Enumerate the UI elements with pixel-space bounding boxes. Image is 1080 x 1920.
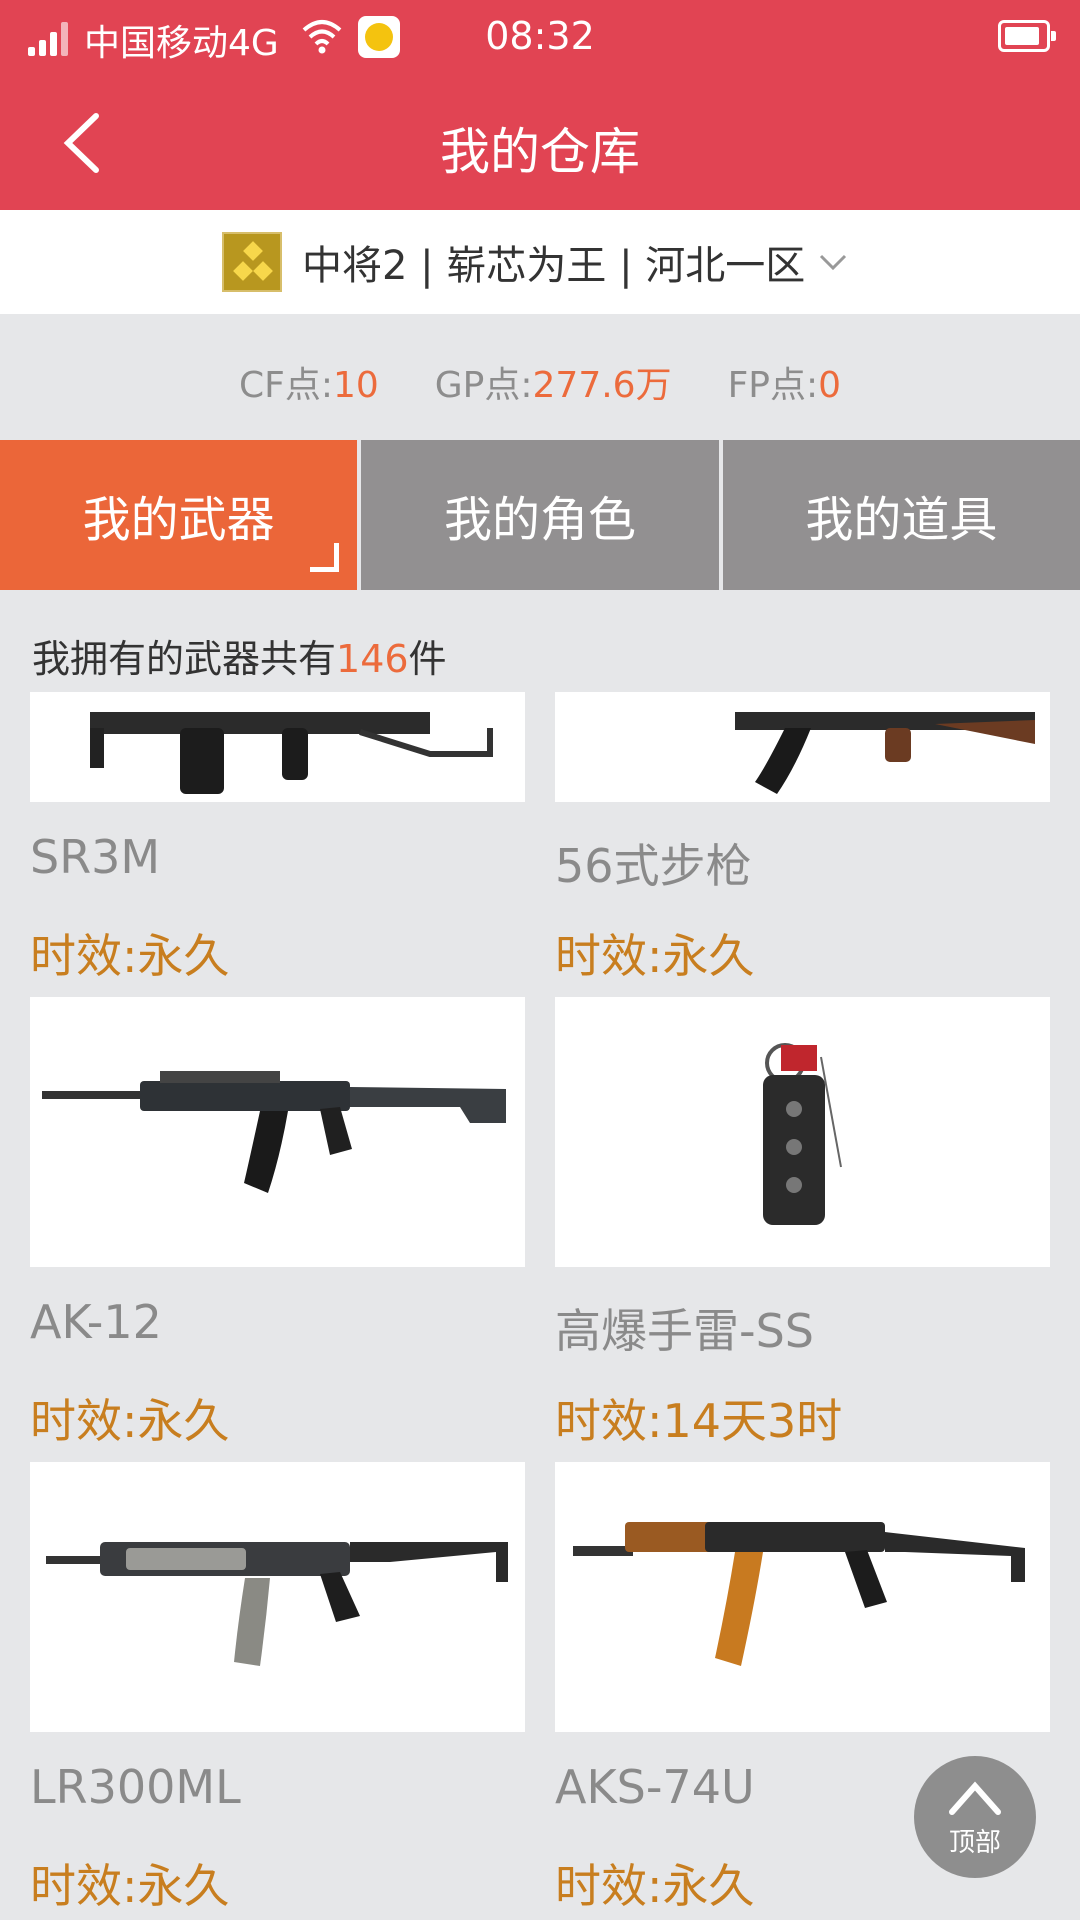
weapon-grid: SR3M 时效:永久 56式步枪 时效:永久 AK-12 时效:永久 高爆手雷-…: [0, 692, 1080, 1920]
gp-points-value: 277.6万: [532, 365, 672, 406]
category-tabs: 我的武器 我的角色 我的道具: [0, 440, 1080, 590]
account-label: 中将2 | 崭芯为王 | 河北一区: [302, 243, 806, 289]
clock: 08:32: [485, 14, 595, 58]
back-to-top-button[interactable]: 顶部: [914, 1756, 1036, 1878]
battery-icon: [998, 20, 1056, 52]
selected-corner-icon: [310, 543, 340, 572]
weapon-duration: 时效:永久: [30, 1859, 230, 1913]
weapon-name: SR3M: [30, 830, 161, 884]
weapon-name: AK-12: [30, 1295, 162, 1349]
account-selector[interactable]: 中将2 | 崭芯为王 | 河北一区: [0, 210, 1080, 314]
tab-weapons-label: 我的武器: [82, 492, 275, 548]
rifle-image: [555, 692, 1050, 802]
tab-props-label: 我的道具: [805, 492, 998, 548]
gp-points-label: GP点:: [434, 365, 533, 406]
count-prefix: 我拥有的武器共有: [32, 637, 337, 681]
weapon-name: 56式步枪: [555, 839, 752, 893]
cf-points: CF点:10: [239, 356, 379, 408]
weapon-duration: 时效:永久: [555, 1859, 755, 1913]
arrow-up-icon: [949, 1781, 1001, 1815]
chevron-down-icon[interactable]: [819, 252, 847, 272]
cf-points-label: CF点:: [238, 365, 333, 406]
tab-weapons[interactable]: 我的武器: [0, 440, 358, 590]
rifle-image: [30, 692, 525, 802]
page-title: 我的仓库: [440, 123, 640, 181]
weapon-card[interactable]: 56式步枪 时效:永久: [555, 692, 1050, 997]
weapon-duration: 时效:永久: [555, 929, 755, 983]
weapon-count: 我拥有的武器共有146件: [32, 628, 447, 683]
rank-badge-icon: [222, 232, 282, 292]
weapon-duration: 时效:14天3时: [555, 1394, 843, 1448]
tab-characters[interactable]: 我的角色: [357, 440, 719, 590]
rifle-image: [30, 997, 525, 1267]
weapon-name: 高爆手雷-SS: [555, 1304, 814, 1358]
fp-points-label: FP点:: [727, 365, 819, 406]
fp-points-value: 0: [818, 365, 842, 406]
rifle-image: [30, 1462, 525, 1732]
weapon-duration: 时效:永久: [30, 1394, 230, 1448]
weapon-card[interactable]: 高爆手雷-SS 时效:14天3时: [555, 997, 1050, 1462]
weapon-name: LR300ML: [30, 1760, 241, 1814]
grenade-image: [555, 997, 1050, 1267]
weapon-card[interactable]: AK-12 时效:永久: [30, 997, 525, 1462]
points-summary: CF点:10 GP点:277.6万 FP点:0: [0, 356, 1080, 408]
tab-props[interactable]: 我的道具: [718, 440, 1080, 590]
header-bar: 中国移动4G 08:32 我的仓库: [0, 0, 1080, 210]
back-to-top-label: 顶部: [948, 1828, 1001, 1858]
tab-characters-label: 我的角色: [443, 492, 636, 548]
weapon-card[interactable]: LR300ML 时效:永久: [30, 1462, 525, 1920]
cf-points-value: 10: [332, 365, 379, 406]
count-number: 146: [336, 637, 409, 681]
rifle-image: [555, 1462, 1050, 1732]
weapon-duration: 时效:永久: [30, 929, 230, 983]
gp-points: GP点:277.6万: [435, 356, 672, 408]
weapon-card[interactable]: SR3M 时效:永久: [30, 692, 525, 997]
fp-points: FP点:0: [728, 356, 841, 408]
weapon-name: AKS-74U: [555, 1760, 755, 1814]
status-bar: 中国移动4G 08:32: [0, 0, 1080, 78]
count-suffix: 件: [408, 637, 447, 681]
